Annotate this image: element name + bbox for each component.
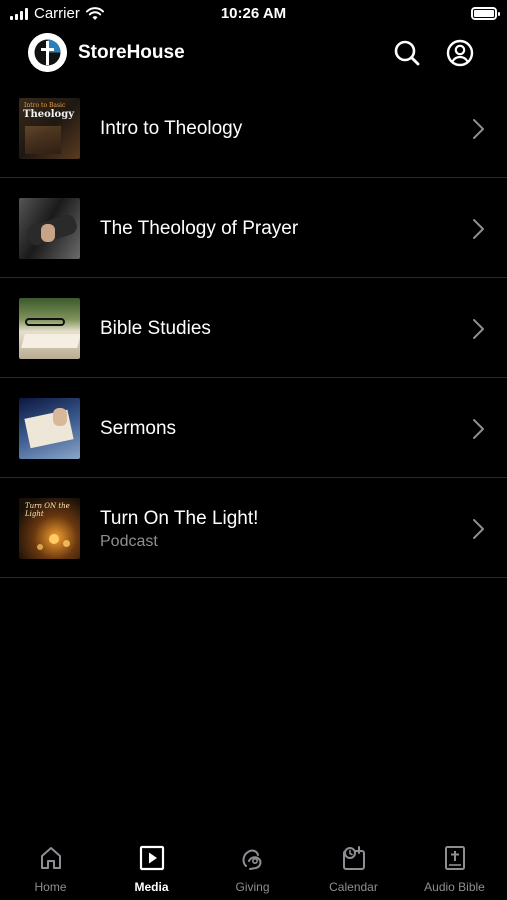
- status-time: 10:26 AM: [220, 5, 287, 22]
- tab-bar: Home Media Giving Calendar Audio Bible: [0, 838, 507, 900]
- chevron-right-icon: [473, 419, 484, 439]
- list-item-title: Turn On The Light!: [100, 508, 259, 529]
- logo-icon: [28, 33, 67, 72]
- sermons-thumbnail: [19, 398, 80, 459]
- battery-icon: [471, 7, 500, 20]
- chevron-right-icon: [473, 319, 484, 339]
- chevron-right-icon: [473, 119, 484, 139]
- tab-label: Audio Bible: [424, 880, 485, 894]
- thumbnail-caption: Intro to Basic: [24, 102, 66, 109]
- media-list: Intro to Basic Theology Intro to Theolog…: [0, 78, 507, 578]
- tab-label: Giving: [235, 880, 270, 894]
- list-item-intro-to-theology[interactable]: Intro to Basic Theology Intro to Theolog…: [0, 78, 507, 178]
- tab-home[interactable]: Home: [0, 844, 101, 900]
- podcast-thumbnail: Turn ON the Light: [19, 498, 80, 559]
- light-art: [63, 540, 70, 547]
- list-item-title: The Theology of Prayer: [100, 218, 299, 239]
- light-art: [49, 534, 59, 544]
- thumbnail-art: [25, 126, 61, 154]
- bible-icon: [444, 846, 465, 870]
- tab-audio-bible[interactable]: Audio Bible: [404, 844, 505, 900]
- intro-theology-thumbnail: Intro to Basic Theology: [19, 98, 80, 159]
- tab-label: Calendar: [329, 880, 378, 894]
- tab-media[interactable]: Media: [101, 844, 202, 900]
- search-icon[interactable]: [392, 38, 422, 68]
- thumbnail-art: [41, 224, 55, 242]
- hand-art: [53, 408, 67, 426]
- app-header: StoreHouse: [0, 28, 507, 78]
- list-item-subtitle: Podcast: [100, 533, 158, 550]
- app-title: StoreHouse: [78, 42, 185, 63]
- list-item-title: Sermons: [100, 418, 177, 439]
- list-item-title: Bible Studies: [100, 318, 211, 339]
- account-icon[interactable]: [445, 38, 475, 68]
- book-art: [21, 334, 80, 348]
- list-item-bible-studies[interactable]: Bible Studies: [0, 278, 507, 378]
- tab-calendar[interactable]: Calendar: [303, 844, 404, 900]
- list-item-theology-of-prayer[interactable]: The Theology of Prayer: [0, 178, 507, 278]
- giving-icon: [242, 849, 261, 870]
- chevron-right-icon: [473, 219, 484, 239]
- home-icon: [40, 847, 61, 869]
- status-bar: Carrier 10:26 AM: [0, 0, 507, 28]
- tab-giving[interactable]: Giving: [202, 844, 303, 900]
- list-item-title: Intro to Theology: [100, 118, 243, 139]
- play-icon: [139, 845, 164, 871]
- thumbnail-title: Theology: [23, 109, 75, 120]
- battery-fill: [474, 10, 494, 17]
- calendar-icon: [342, 846, 365, 870]
- tab-label: Media: [134, 880, 169, 894]
- light-art: [37, 544, 43, 550]
- list-item-sermons[interactable]: Sermons: [0, 378, 507, 478]
- thumbnail-caption: Turn ON the Light: [25, 502, 70, 518]
- bible-studies-thumbnail: [19, 298, 80, 359]
- list-item-turn-on-the-light[interactable]: Turn ON the Light Turn On The Light! Pod…: [0, 478, 507, 578]
- tab-label: Home: [34, 880, 67, 894]
- chevron-right-icon: [473, 519, 484, 539]
- glasses-art: [25, 318, 65, 326]
- prayer-thumbnail: [19, 198, 80, 259]
